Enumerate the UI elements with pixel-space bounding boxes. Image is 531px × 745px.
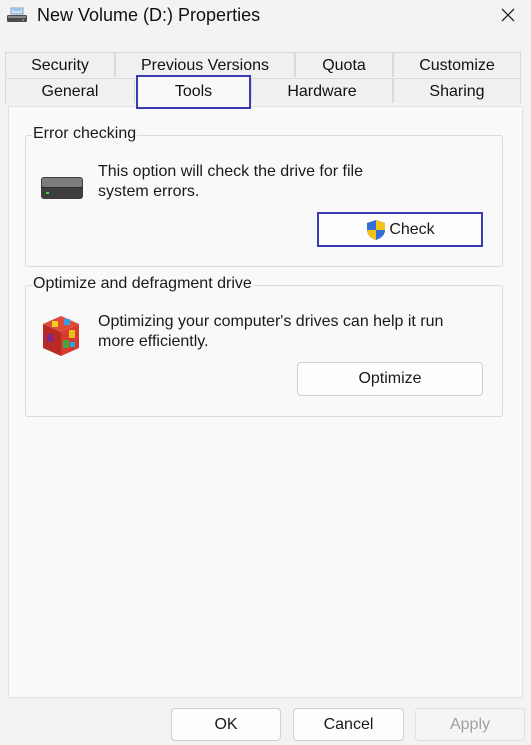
- optimize-title: Optimize and defragment drive: [32, 275, 253, 293]
- tab-general[interactable]: General: [5, 78, 135, 103]
- tab-previous-versions[interactable]: Previous Versions: [115, 52, 295, 77]
- ok-button-label: OK: [214, 715, 238, 733]
- error-checking-text-line1: This option will check the drive for fil…: [98, 163, 363, 180]
- drive-icon: [5, 6, 29, 24]
- optimize-button[interactable]: Optimize: [297, 362, 483, 396]
- optimize-text-line2: more efficiently.: [98, 333, 209, 350]
- close-button[interactable]: [485, 0, 531, 34]
- cancel-button[interactable]: Cancel: [293, 708, 404, 741]
- optimize-text-line1: Optimizing your computer's drives can he…: [98, 313, 444, 330]
- error-checking-title: Error checking: [32, 125, 138, 143]
- close-icon: [500, 7, 516, 28]
- optimize-group: [25, 285, 503, 417]
- tab-sharing[interactable]: Sharing: [393, 78, 521, 103]
- error-checking-group: [25, 135, 503, 267]
- check-button-label: Check: [389, 220, 435, 238]
- tools-tab-panel: Error checking This option will check th…: [8, 106, 523, 698]
- hard-drive-icon: [40, 175, 84, 201]
- tab-quota[interactable]: Quota: [295, 52, 393, 77]
- tab-tools[interactable]: Tools: [136, 75, 251, 109]
- tab-hardware[interactable]: Hardware: [251, 78, 393, 103]
- apply-button[interactable]: Apply: [415, 708, 525, 741]
- cancel-button-label: Cancel: [323, 715, 374, 733]
- error-checking-text-line2: system errors.: [98, 183, 200, 200]
- window-title: New Volume (D:) Properties: [37, 5, 261, 25]
- check-button[interactable]: Check: [317, 212, 483, 247]
- ok-button[interactable]: OK: [171, 708, 281, 741]
- defrag-icon: [39, 312, 83, 358]
- tab-customize[interactable]: Customize: [393, 52, 521, 77]
- tab-security[interactable]: Security: [5, 52, 115, 77]
- uac-shield-icon: [365, 219, 387, 241]
- optimize-button-label: Optimize: [358, 370, 422, 387]
- tab-strip: Security Previous Versions Quota Customi…: [0, 52, 531, 109]
- title-bar: New Volume (D:) Properties: [0, 0, 531, 34]
- apply-button-label: Apply: [449, 715, 491, 733]
